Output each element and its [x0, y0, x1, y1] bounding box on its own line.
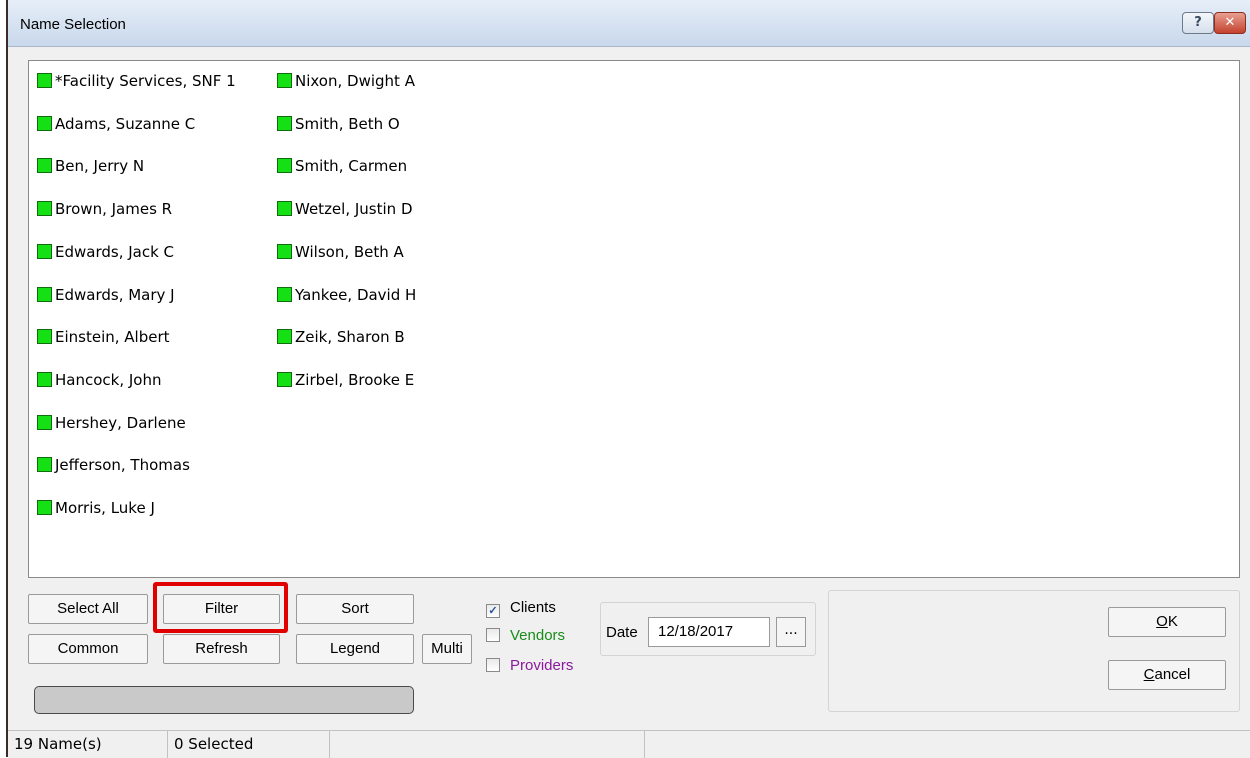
list-item-label: Yankee, David H — [295, 285, 417, 304]
status-square-icon — [277, 115, 292, 131]
list-item[interactable]: Hancock, John — [37, 369, 162, 391]
list-item-label: Ben, Jerry N — [55, 157, 145, 176]
status-cell-3 — [330, 731, 645, 758]
names-list[interactable]: *Facility Services, SNF 1 Adams, Suzanne … — [28, 60, 1240, 578]
window-title: Name Selection — [20, 16, 126, 33]
status-square-icon — [277, 329, 292, 345]
list-item-label: Edwards, Jack C — [55, 242, 175, 261]
providers-label: Providers — [510, 657, 574, 674]
status-square-icon — [37, 414, 52, 430]
list-item-label: Hancock, John — [55, 370, 162, 389]
list-item-label: Nixon, Dwight A — [295, 72, 415, 90]
common-button[interactable]: Common — [28, 634, 148, 664]
vendors-label: Vendors — [510, 627, 566, 644]
list-item[interactable]: Nixon, Dwight A — [277, 70, 415, 92]
list-item[interactable]: Zirbel, Brooke E — [277, 369, 414, 391]
name-selection-dialog: Name Selection ? ✕ *Facility Services, S… — [6, 0, 1250, 758]
list-item-label: Hershey, Darlene — [55, 413, 186, 432]
title-bar: Name Selection ? ✕ — [8, 0, 1250, 47]
help-icon: ? — [1194, 15, 1202, 30]
list-item-label: Adams, Suzanne C — [55, 114, 196, 133]
clients-label: Clients — [510, 599, 556, 616]
status-square-icon — [277, 286, 292, 302]
names-count: 19 Name(s) — [8, 731, 168, 758]
status-square-icon — [277, 73, 292, 88]
refresh-button[interactable]: Refresh — [163, 634, 280, 664]
list-item-label: Brown, James R — [55, 200, 173, 219]
list-item-label: Jefferson, Thomas — [55, 456, 190, 475]
list-item-label: Smith, Beth O — [295, 114, 400, 133]
date-label: Date — [606, 624, 638, 641]
list-item[interactable]: *Facility Services, SNF 1 — [37, 70, 236, 92]
list-item-label: Morris, Luke J — [55, 499, 155, 517]
ok-button[interactable]: OK — [1108, 607, 1226, 637]
clients-checkbox[interactable]: ✓ — [486, 604, 500, 618]
providers-checkbox-row[interactable]: Providers — [486, 656, 573, 676]
close-button[interactable]: ✕ — [1214, 12, 1246, 34]
sort-button[interactable]: Sort — [296, 594, 414, 624]
list-item[interactable]: Edwards, Mary J — [37, 284, 175, 306]
list-item-label: Wilson, Beth A — [295, 242, 404, 261]
list-item[interactable]: Einstein, Albert — [37, 326, 170, 348]
status-square-icon — [37, 201, 52, 217]
list-item[interactable]: Morris, Luke J — [37, 497, 155, 519]
vendors-checkbox-row[interactable]: Vendors — [486, 626, 565, 646]
list-item[interactable]: Smith, Carmen — [277, 155, 407, 177]
legend-button[interactable]: Legend — [296, 634, 414, 664]
progress-bar — [34, 686, 414, 714]
status-square-icon — [277, 158, 292, 174]
list-item[interactable]: Edwards, Jack C — [37, 241, 174, 263]
list-item[interactable]: Adams, Suzanne C — [37, 113, 195, 135]
help-button[interactable]: ? — [1182, 12, 1214, 34]
status-square-icon — [37, 115, 52, 131]
list-item[interactable]: Jefferson, Thomas — [37, 454, 190, 476]
list-item[interactable]: Ben, Jerry N — [37, 155, 144, 177]
list-item[interactable]: Yankee, David H — [277, 284, 416, 306]
clients-checkbox-row[interactable]: ✓ Clients — [486, 598, 556, 618]
status-square-icon — [37, 158, 52, 174]
status-bar: 19 Name(s) 0 Selected — [8, 730, 1250, 758]
list-item[interactable]: Hershey, Darlene — [37, 412, 186, 434]
status-square-icon — [277, 201, 292, 217]
vendors-checkbox[interactable] — [486, 628, 500, 642]
status-square-icon — [37, 371, 52, 387]
list-item-label: Einstein, Albert — [55, 328, 170, 347]
filter-highlight-box — [153, 582, 288, 633]
status-square-icon — [37, 500, 52, 515]
list-item[interactable]: Zeik, Sharon B — [277, 326, 405, 348]
list-item-label: Edwards, Mary J — [55, 285, 175, 304]
close-icon: ✕ — [1224, 15, 1236, 30]
status-square-icon — [37, 243, 52, 259]
ok-label-rest: K — [1167, 613, 1178, 630]
date-picker-button[interactable]: ... — [776, 617, 806, 647]
list-item-label: Zeik, Sharon B — [295, 328, 405, 347]
list-item[interactable]: Wilson, Beth A — [277, 241, 404, 263]
list-item[interactable]: Wetzel, Justin D — [277, 198, 413, 220]
multi-button[interactable]: Multi — [422, 634, 472, 664]
select-all-button[interactable]: Select All — [28, 594, 148, 624]
status-square-icon — [37, 457, 52, 473]
list-item-label: Zirbel, Brooke E — [295, 370, 415, 389]
selected-count: 0 Selected — [168, 731, 330, 758]
list-item-label: Smith, Carmen — [295, 157, 408, 176]
cancel-accelerator: C — [1143, 666, 1155, 683]
ok-accelerator: O — [1156, 613, 1168, 630]
status-square-icon — [37, 329, 52, 345]
list-item-label: *Facility Services, SNF 1 — [55, 72, 236, 90]
list-item-label: Wetzel, Justin D — [295, 200, 413, 219]
status-square-icon — [277, 243, 292, 259]
list-item[interactable]: Smith, Beth O — [277, 113, 400, 135]
list-item[interactable]: Brown, James R — [37, 198, 172, 220]
cancel-button[interactable]: Cancel — [1108, 660, 1226, 690]
date-input[interactable]: 12/18/2017 — [648, 617, 770, 647]
status-square-icon — [277, 371, 292, 387]
status-square-icon — [37, 73, 52, 88]
cancel-label-rest: ancel — [1154, 666, 1191, 683]
status-square-icon — [37, 286, 52, 302]
providers-checkbox[interactable] — [486, 658, 500, 672]
